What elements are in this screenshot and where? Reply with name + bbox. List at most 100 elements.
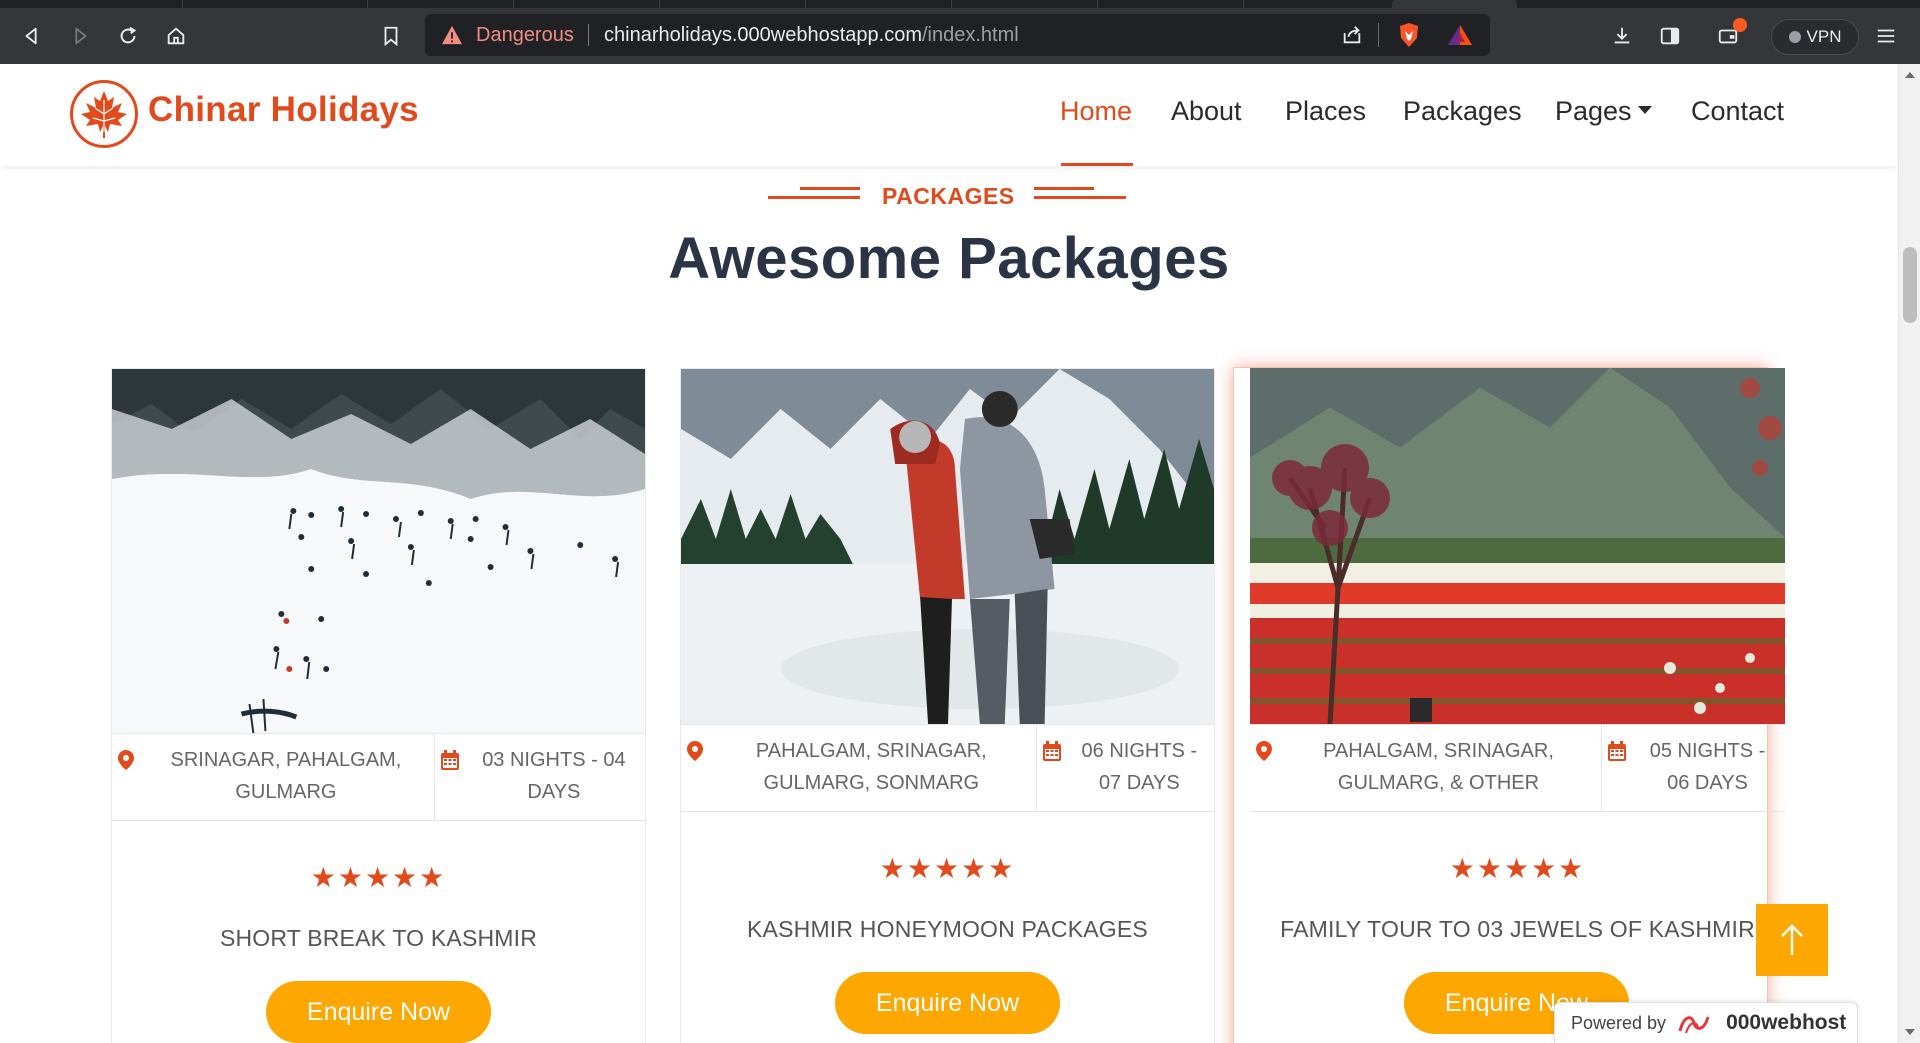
scrollbar-thumb[interactable] (1903, 247, 1917, 323)
nav-about[interactable]: About (1171, 96, 1242, 127)
package-meta: SRINAGAR, PAHALGAM, GULMARG 03 NIGHTS - … (112, 733, 645, 821)
browser-tab-strip (0, 0, 1920, 8)
duration-text: 03 NIGHTS - 04 DAYS (482, 749, 626, 803)
brand-name[interactable]: Chinar Holidays (148, 90, 419, 130)
share-icon[interactable] (1341, 24, 1363, 46)
package-title: KASHMIR HONEYMOON PACKAGES (747, 916, 1148, 942)
decor-line (1034, 187, 1094, 190)
package-location: PAHALGAM, SRINAGAR, GULMARG, SONMARG (681, 725, 1037, 811)
package-duration: 05 NIGHTS - 06 DAYS (1602, 725, 1785, 811)
page-scrollbar[interactable] (1898, 64, 1920, 1043)
browser-toolbar: Dangerous chinarholidays.000webhostapp.c… (0, 8, 1920, 64)
vpn-button[interactable]: VPN (1771, 19, 1859, 55)
section-title: Awesome Packages (668, 226, 1230, 291)
downloads-button[interactable] (1606, 22, 1638, 50)
home-button[interactable] (160, 22, 192, 50)
enquire-now-button[interactable]: Enquire Now (835, 972, 1060, 1034)
address-divider (588, 24, 589, 46)
hamburger-icon (1877, 29, 1895, 43)
tab-separator (951, 0, 952, 8)
location-text: PAHALGAM, SRINAGAR, GULMARG, SONMARG (755, 740, 987, 794)
duration-text: 06 NIGHTS - 07 DAYS (1081, 740, 1198, 794)
nav-packages[interactable]: Packages (1403, 96, 1522, 127)
tulip-garden-photo (1250, 368, 1785, 724)
nav-places[interactable]: Places (1285, 96, 1366, 127)
tab-separator (1097, 0, 1098, 8)
package-title: FAMILY TOUR TO 03 JEWELS OF KASHMIR (1280, 916, 1755, 942)
package-card: SRINAGAR, PAHALGAM, GULMARG 03 NIGHTS - … (111, 368, 646, 1043)
powered-by-badge[interactable]: Powered by 000webhost (1554, 1002, 1858, 1043)
download-icon (1614, 27, 1630, 44)
package-image-tulip-garden (1250, 368, 1785, 724)
brave-rewards-icon[interactable] (1447, 24, 1473, 46)
address-bar[interactable]: Dangerous chinarholidays.000webhostapp.c… (425, 14, 1490, 56)
back-button[interactable] (16, 22, 48, 50)
security-status[interactable]: Dangerous (476, 24, 574, 46)
reload-icon (120, 26, 137, 44)
url-text[interactable]: chinarholidays.000webhostapp.com/index.h… (604, 24, 1019, 46)
site-logo[interactable] (70, 80, 138, 148)
package-card-highlighted: PAHALGAM, SRINAGAR, GULMARG, & OTHER 05 … (1233, 367, 1785, 1043)
map-pin-icon (687, 741, 703, 761)
nav-home[interactable]: Home (1060, 96, 1132, 127)
tab-separator (1243, 0, 1244, 8)
nav-contact[interactable]: Contact (1691, 96, 1784, 127)
vpn-status-dot (1788, 31, 1801, 43)
decor-line (1034, 196, 1126, 199)
location-text: SRINAGAR, PAHALGAM, GULMARG (170, 749, 402, 803)
powered-by-text: Powered by (1571, 1012, 1667, 1033)
000webhost-logo-icon (1678, 1016, 1710, 1034)
package-image-snow-skiing (112, 369, 645, 733)
couple-on-ice-photo (681, 369, 1214, 724)
active-tab[interactable] (1392, 0, 1517, 8)
brave-shields-icon[interactable] (1397, 22, 1421, 48)
eyebrow-decoration-left (768, 187, 860, 201)
package-duration: 03 NIGHTS - 04 DAYS (435, 734, 645, 820)
bookmark-button[interactable] (375, 22, 407, 50)
package-image-honeymoon (681, 369, 1214, 724)
package-card: PAHALGAM, SRINAGAR, GULMARG, SONMARG 06 … (680, 368, 1215, 1043)
decor-line (800, 187, 860, 190)
site-navbar: Chinar Holidays Home About Places Packag… (0, 64, 1898, 166)
address-divider (1378, 23, 1379, 47)
url-host: chinarholidays.000webhostapp.com (604, 24, 922, 46)
reload-button[interactable] (112, 22, 144, 50)
map-pin-icon (1256, 741, 1272, 761)
decor-line (768, 196, 860, 199)
maple-leaf-icon (81, 91, 127, 138)
sidebar-toggle-button[interactable] (1654, 22, 1686, 50)
package-duration: 06 NIGHTS - 07 DAYS (1037, 725, 1214, 811)
caret-down-icon (1637, 105, 1652, 114)
enquire-now-button[interactable]: Enquire Now (266, 981, 491, 1043)
bookmark-icon (384, 26, 398, 47)
notification-badge (1733, 18, 1747, 32)
tab-separator (513, 0, 514, 8)
section-eyebrow: PACKAGES (882, 183, 1015, 209)
arrow-up-icon (1781, 924, 1803, 955)
tab-separator (659, 0, 660, 8)
map-pin-icon (118, 750, 134, 770)
wallet-button[interactable] (1712, 18, 1747, 50)
tab-separator (805, 0, 806, 8)
vpn-label: VPN (1806, 27, 1842, 46)
back-to-top-button[interactable] (1756, 904, 1828, 976)
tab-separator (367, 0, 368, 8)
package-location: PAHALGAM, SRINAGAR, GULMARG, & OTHER (1250, 725, 1602, 811)
scroll-down-arrow-icon[interactable] (1905, 1029, 1915, 1035)
sidebar-icon (1660, 27, 1680, 45)
nav-pages-dropdown[interactable]: Pages (1555, 96, 1652, 127)
tab-separator (182, 0, 183, 8)
rating-stars: ★★★★★ (310, 862, 447, 893)
calendar-icon (1608, 741, 1626, 761)
nav-pages-label: Pages (1555, 96, 1632, 126)
menu-button[interactable] (1870, 22, 1902, 50)
forward-button[interactable] (64, 22, 96, 50)
rating-stars: ★★★★★ (1449, 853, 1586, 884)
back-icon (25, 27, 37, 45)
package-title: SHORT BREAK TO KASHMIR (219, 925, 538, 951)
location-text: PAHALGAM, SRINAGAR, GULMARG, & OTHER (1323, 740, 1554, 794)
rating-stars: ★★★★★ (879, 853, 1016, 884)
scroll-up-arrow-icon[interactable] (1905, 72, 1915, 78)
home-icon (167, 27, 185, 45)
calendar-icon (440, 750, 459, 770)
